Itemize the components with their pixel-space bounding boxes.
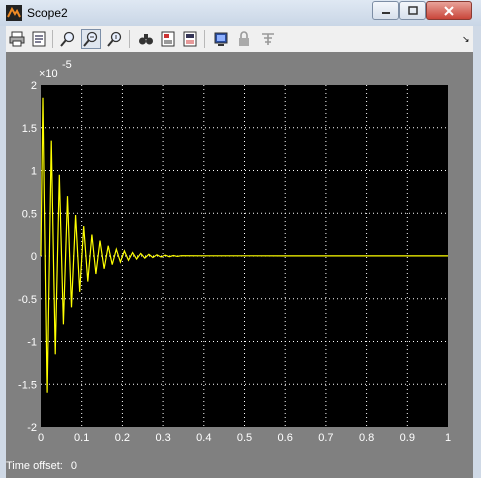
y-tick-label: -2 (27, 422, 37, 434)
y-tick-label: 1 (31, 166, 37, 178)
x-tick-label: 0.2 (115, 432, 130, 444)
scope-figure: ×10 -5 2 1.5 1 0.5 0 -0.5 -1 -1.5 -2 0 0.1 0.2 0.3 0… (6, 52, 473, 478)
time-offset-value: 0 (70, 460, 77, 472)
save-axes-settings-icon[interactable] (158, 29, 178, 49)
x-tick-label: 1 (445, 432, 451, 444)
close-button[interactable] (426, 1, 472, 20)
x-tick-label: 0.4 (196, 432, 211, 444)
zoom-icon[interactable] (58, 29, 78, 49)
zoom-x-icon[interactable] (81, 29, 101, 49)
exponent-label: ×10 (39, 68, 58, 80)
minimize-button[interactable] (372, 1, 399, 20)
y-tick-label: -1 (27, 337, 37, 349)
x-tick-label: 0.7 (318, 432, 333, 444)
x-tick-label: 0.3 (155, 432, 170, 444)
x-tick-label: 0.8 (359, 432, 374, 444)
toolbar: ↘ (6, 26, 473, 53)
y-tick-label: -0.5 (18, 294, 37, 306)
restore-axes-settings-icon[interactable] (180, 29, 200, 49)
zoom-y-icon[interactable] (105, 29, 125, 49)
x-tick-label: 0 (38, 432, 44, 444)
minimize-icon (381, 11, 390, 14)
maximize-button[interactable] (399, 1, 426, 20)
window-frame-right (473, 26, 481, 478)
y-tick-label: -1.5 (18, 379, 37, 391)
time-offset-label: Time offset: (6, 460, 63, 472)
time-offset: Time offset: 0 (6, 460, 85, 472)
scope-window: Scope2 ↘ ×10 -5 2 1.5 1 0.5 0 -0.5 -1 -1… (0, 0, 481, 478)
y-tick-label: 0.5 (22, 208, 37, 220)
maximize-icon (407, 6, 418, 15)
autoscale-icon[interactable] (136, 29, 156, 49)
close-icon (444, 5, 454, 16)
matlab-scope-icon (6, 5, 22, 21)
lock-axes-icon[interactable] (234, 29, 254, 49)
x-tick-label: 0.1 (74, 432, 89, 444)
exponent-power: -5 (62, 59, 72, 71)
x-tick-label: 0.6 (278, 432, 293, 444)
x-tick-label: 0.9 (400, 432, 415, 444)
x-tick-labels: 0 0.1 0.2 0.3 0.4 0.5 0.6 0.7 0.8 0.9 1 (38, 432, 451, 444)
x-tick-label: 0.5 (237, 432, 252, 444)
scope-axes[interactable]: ×10 -5 21.510.50-0.5-1-1.5-2 0 0.1 0.2 0.3 0… (6, 52, 473, 478)
y-tick-label: 1.5 (22, 123, 37, 135)
signal-selector-icon[interactable] (258, 29, 278, 49)
y-tick-label: 0 (31, 251, 37, 263)
window-title: Scope2 (27, 6, 68, 20)
title-bar[interactable]: Scope2 (0, 0, 481, 26)
parameters-icon[interactable] (29, 29, 49, 49)
floating-scope-icon[interactable] (211, 29, 231, 49)
print-icon[interactable] (7, 29, 27, 49)
y-tick-label: 2 (31, 80, 37, 92)
chevron-down-icon[interactable]: ↘ (462, 34, 470, 45)
y-tick-labels: 2 1.5 1 0.5 0 -0.5 -1 -1.5 -2 (18, 80, 37, 434)
